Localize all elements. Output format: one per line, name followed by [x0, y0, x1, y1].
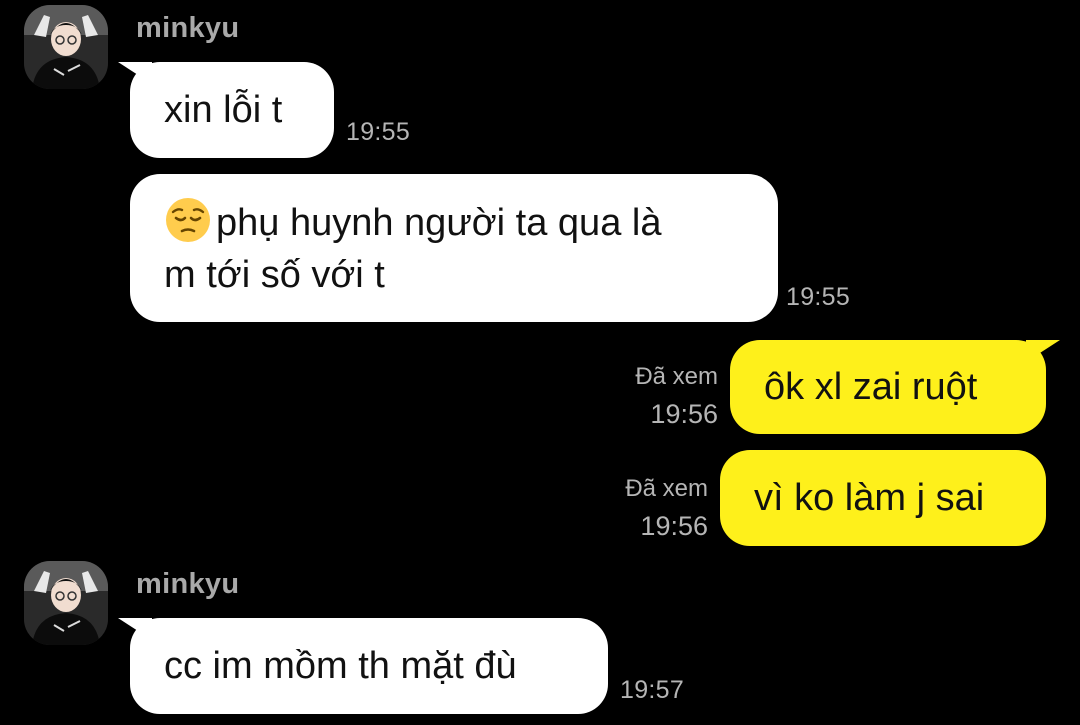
sender-name: minkyu: [136, 568, 240, 600]
sender-name: minkyu: [136, 12, 240, 44]
message-time: 19:55: [346, 118, 411, 146]
outgoing-message-bubble[interactable]: vì ko làm j sai: [720, 450, 1046, 546]
incoming-message-bubble[interactable]: phụ huynh người ta qua là m tới số với t: [130, 174, 778, 322]
avatar-photo-icon: [24, 561, 108, 645]
message-time: 19:55: [786, 283, 851, 311]
sender-avatar[interactable]: [24, 561, 108, 645]
pensive-face-icon: [164, 196, 212, 244]
incoming-message-bubble[interactable]: cc im mồm th mặt đù: [118, 618, 608, 714]
message-meta: Đã xem 19:56: [635, 360, 718, 434]
message-text: vì ko làm j sai: [754, 477, 985, 519]
message-time: 19:56: [640, 511, 708, 541]
message-text: xin lỗi t: [164, 89, 283, 131]
message-text: phụ huynh người ta qua là: [216, 202, 662, 244]
outgoing-message-bubble[interactable]: ôk xl zai ruột: [730, 340, 1060, 434]
sender-avatar[interactable]: [24, 5, 108, 89]
bubble-tail: [1026, 340, 1060, 362]
bubble-tail: [118, 62, 152, 84]
message-text: m tới số với t: [164, 254, 385, 296]
incoming-message-bubble[interactable]: xin lỗi t: [118, 62, 334, 158]
read-status: Đã xem: [625, 475, 708, 502]
message-meta: Đã xem 19:56: [625, 472, 708, 546]
bubble-tail: [118, 618, 152, 640]
message-text: ôk xl zai ruột: [764, 366, 978, 408]
message-time: 19:57: [620, 676, 685, 704]
read-status: Đã xem: [635, 363, 718, 390]
avatar-photo-icon: [24, 5, 108, 89]
message-text: cc im mồm th mặt đù: [164, 645, 517, 687]
message-time: 19:56: [650, 399, 718, 429]
